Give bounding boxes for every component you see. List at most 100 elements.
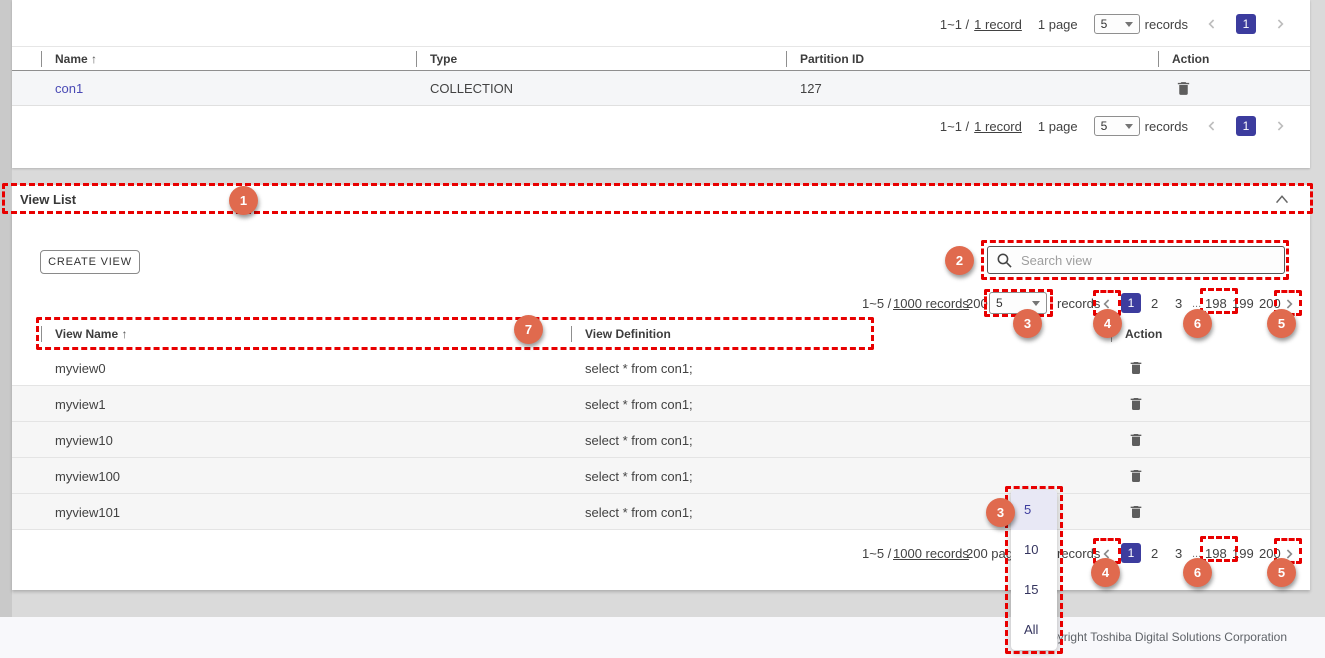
next-page-icon[interactable] bbox=[1272, 16, 1288, 32]
caret-down-icon bbox=[1125, 22, 1133, 27]
view-definition-cell: select * from con1; bbox=[585, 469, 693, 484]
page-button-199[interactable]: 199 bbox=[1232, 546, 1254, 561]
annotation-badge-4: 4 bbox=[1093, 309, 1122, 338]
page-button-3[interactable]: 3 bbox=[1175, 546, 1182, 561]
record-count-link[interactable]: 1 record bbox=[974, 17, 1022, 32]
page-button-198[interactable]: 198 bbox=[1205, 296, 1227, 311]
annotation-badge-5: 5 bbox=[1267, 309, 1296, 338]
footer: © Copyright Toshiba Digital Solutions Co… bbox=[0, 617, 1325, 658]
view-definition-cell: select * from con1; bbox=[585, 433, 693, 448]
delete-view-icon[interactable] bbox=[1128, 395, 1144, 413]
annotation-badge-7: 7 bbox=[514, 315, 543, 344]
page-size-dropdown: 5 10 15 All bbox=[1011, 490, 1057, 650]
column-separator bbox=[416, 51, 417, 67]
records-label: records bbox=[1145, 119, 1188, 134]
caret-down-icon bbox=[1125, 124, 1133, 129]
delete-view-icon[interactable] bbox=[1128, 503, 1144, 521]
page-button-198[interactable]: 198 bbox=[1205, 546, 1227, 561]
dropdown-option-10[interactable]: 10 bbox=[1011, 530, 1057, 570]
dropdown-option-5[interactable]: 5 bbox=[1011, 490, 1057, 530]
column-header-partition: Partition ID bbox=[800, 52, 864, 66]
column-header-name[interactable]: Name ↑ bbox=[55, 52, 97, 66]
container-name-link[interactable]: con1 bbox=[55, 81, 83, 96]
column-separator bbox=[41, 326, 42, 342]
page-button-1[interactable]: 1 bbox=[1121, 293, 1141, 313]
page: 1~1 / 1 record 1 page 5 records 1 Name ↑… bbox=[0, 0, 1325, 658]
dropdown-option-all[interactable]: All bbox=[1011, 610, 1057, 650]
page-size-select[interactable]: 5 bbox=[1094, 116, 1140, 136]
page-button-3[interactable]: 3 bbox=[1175, 296, 1182, 311]
copyright-text: © Copyright Toshiba Digital Solutions Co… bbox=[1024, 630, 1287, 644]
annotation-badge-3b: 3 bbox=[986, 498, 1015, 527]
page-count: 1 page bbox=[1038, 119, 1078, 134]
delete-view-icon[interactable] bbox=[1128, 467, 1144, 485]
record-range: 1~1 / bbox=[940, 17, 969, 32]
page-size-select[interactable]: 5 bbox=[989, 292, 1047, 314]
annotation-badge-5b: 5 bbox=[1267, 558, 1296, 587]
page-button-199[interactable]: 199 bbox=[1232, 296, 1254, 311]
view-name-cell: myview101 bbox=[55, 505, 120, 520]
search-view-box bbox=[987, 246, 1285, 274]
page-size-select[interactable]: 5 bbox=[1094, 14, 1140, 34]
page-button-1[interactable]: 1 bbox=[1121, 543, 1141, 563]
record-range: 1~5 / bbox=[862, 296, 891, 311]
column-separator bbox=[1158, 51, 1159, 67]
view-definition-cell: select * from con1; bbox=[585, 397, 693, 412]
left-margin-strip bbox=[0, 0, 12, 617]
records-label: records bbox=[1145, 17, 1188, 32]
container-pagination-bottom: 1~1 / 1 record 1 page 5 records 1 bbox=[940, 116, 1288, 136]
view-definition-cell: select * from con1; bbox=[585, 361, 693, 376]
view-definition-cell: select * from con1; bbox=[585, 505, 693, 520]
table-row bbox=[12, 71, 1310, 106]
column-header-type: Type bbox=[430, 52, 457, 66]
records-label: records bbox=[1057, 296, 1100, 311]
container-partition-cell: 127 bbox=[800, 81, 822, 96]
current-page-button[interactable]: 1 bbox=[1236, 14, 1256, 34]
record-count-link[interactable]: 1000 records bbox=[893, 546, 969, 561]
view-name-cell: myview0 bbox=[55, 361, 106, 376]
sort-asc-icon: ↑ bbox=[91, 52, 97, 66]
record-range: 1~1 / bbox=[940, 119, 969, 134]
annotation-badge-2: 2 bbox=[945, 246, 974, 275]
view-name-cell: myview100 bbox=[55, 469, 120, 484]
caret-down-icon bbox=[1032, 301, 1040, 306]
column-header-action: Action bbox=[1125, 327, 1162, 341]
records-label: records bbox=[1057, 546, 1100, 561]
dropdown-option-15[interactable]: 15 bbox=[1011, 570, 1057, 610]
view-list-bar[interactable] bbox=[12, 185, 1310, 213]
annotation-badge-6b: 6 bbox=[1183, 558, 1212, 587]
annotation-badge-4b: 4 bbox=[1091, 558, 1120, 587]
page-button-2[interactable]: 2 bbox=[1151, 546, 1158, 561]
record-range: 1~5 / bbox=[862, 546, 891, 561]
search-view-input[interactable] bbox=[1021, 253, 1276, 268]
column-separator bbox=[41, 51, 42, 67]
page-count: 1 page bbox=[1038, 17, 1078, 32]
view-list-title: View List bbox=[20, 192, 76, 207]
column-header-view-definition: View Definition bbox=[585, 327, 671, 341]
view-name-cell: myview1 bbox=[55, 397, 106, 412]
container-type-cell: COLLECTION bbox=[430, 81, 513, 96]
prev-page-icon[interactable] bbox=[1204, 16, 1220, 32]
column-header-action: Action bbox=[1172, 52, 1209, 66]
prev-page-icon[interactable] bbox=[1204, 118, 1220, 134]
search-icon bbox=[996, 252, 1013, 269]
next-page-icon[interactable] bbox=[1272, 118, 1288, 134]
container-pagination-top: 1~1 / 1 record 1 page 5 records 1 bbox=[940, 14, 1288, 34]
annotation-badge-3: 3 bbox=[1013, 309, 1042, 338]
create-view-button[interactable]: CREATE VIEW bbox=[40, 250, 140, 274]
record-count-link[interactable]: 1 record bbox=[974, 119, 1022, 134]
delete-view-icon[interactable] bbox=[1128, 359, 1144, 377]
sort-asc-icon: ↑ bbox=[122, 327, 128, 341]
column-separator bbox=[786, 51, 787, 67]
annotation-badge-6: 6 bbox=[1183, 309, 1212, 338]
collapse-chevron-up-icon[interactable] bbox=[1272, 192, 1292, 206]
delete-view-icon[interactable] bbox=[1128, 431, 1144, 449]
record-count-link[interactable]: 1000 records bbox=[893, 296, 969, 311]
column-separator bbox=[571, 326, 572, 342]
current-page-button[interactable]: 1 bbox=[1236, 116, 1256, 136]
table-top-border bbox=[12, 46, 1310, 47]
annotation-badge-1: 1 bbox=[229, 186, 258, 215]
delete-container-icon[interactable] bbox=[1175, 79, 1192, 98]
column-header-view-name[interactable]: View Name ↑ bbox=[55, 327, 128, 341]
page-button-2[interactable]: 2 bbox=[1151, 296, 1158, 311]
